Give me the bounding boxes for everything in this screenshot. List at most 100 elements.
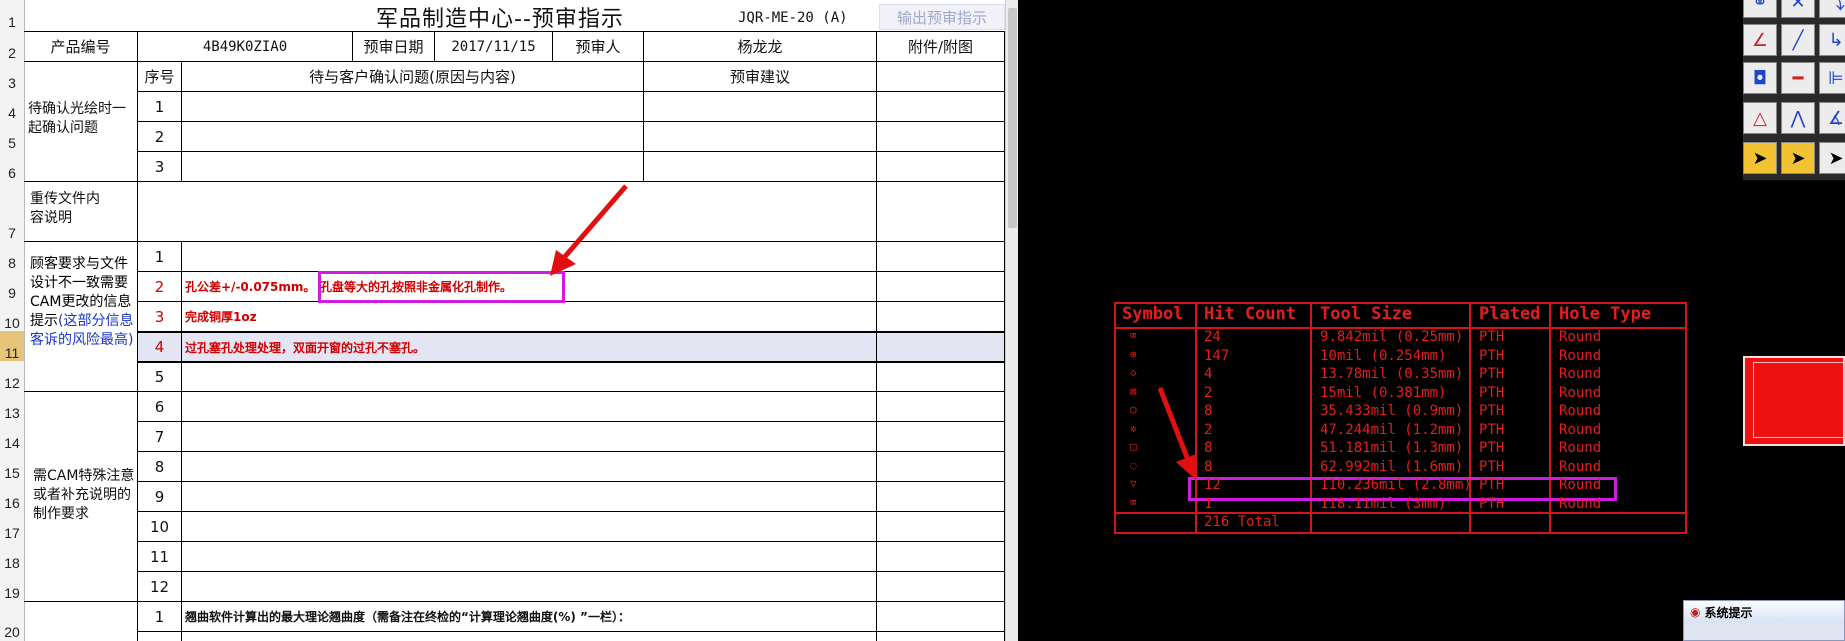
product-no-value[interactable]: 4B49K0ZIA0 <box>138 32 352 61</box>
drill-table-cell-symbol: ◌ <box>1130 458 1137 472</box>
drill-table-cell-size: 9.842mil (0.25mm) <box>1320 329 1464 345</box>
seq-cell: 1 <box>154 97 165 116</box>
row-header[interactable]: 8 <box>0 241 24 271</box>
drill-table-cell-symbol: □ <box>1130 440 1137 453</box>
seq-cell: 2 <box>154 127 165 146</box>
diff-note-tolerance[interactable]: 孔公差+/-0.075mm。 <box>185 272 320 301</box>
route-tool-icon[interactable]: ⚭ <box>1743 0 1777 18</box>
drill-table-cell-type: Round <box>1559 421 1602 438</box>
row-header[interactable]: 13 <box>0 391 24 421</box>
drill-table-cell-type: Round <box>1559 384 1602 401</box>
seq-cell: 6 <box>154 397 165 416</box>
chart-tool-icon[interactable]: ↳ <box>1819 24 1845 56</box>
row-header[interactable]: 15 <box>0 451 24 481</box>
vertical-scrollbar[interactable] <box>1005 0 1018 641</box>
row-header-selected[interactable]: 11 <box>0 331 24 361</box>
issue-column-header: 待与客户确认问题(原因与内容) <box>309 68 516 86</box>
row-header[interactable]: 10 <box>0 301 24 331</box>
reviewer-label: 预审人 <box>575 38 621 56</box>
system-prompt-dialog[interactable]: ◉ 系统提示 <box>1683 600 1845 641</box>
row-header[interactable]: 18 <box>0 541 24 571</box>
drill-table-cell-type: Round <box>1559 329 1602 345</box>
section-resend-label: 重传文件内容说明 <box>30 191 100 226</box>
drill-table-cell-type: Round <box>1559 403 1602 419</box>
drill-table-header: Symbol <box>1122 304 1184 324</box>
select-pointer-alt-icon[interactable]: ➤ <box>1781 142 1815 174</box>
drill-table-cell-count: 2 <box>1204 421 1213 438</box>
drill-table-cell-plated: PTH <box>1479 347 1505 364</box>
select-pointer-icon[interactable]: ➤ <box>1743 142 1777 174</box>
export-review-button[interactable]: 输出预审指示 <box>879 4 1005 30</box>
align-tool-icon[interactable]: ⊫ <box>1819 62 1845 94</box>
drill-table-cell-symbol: ▽ <box>1130 477 1137 490</box>
pen-line-tool-icon[interactable]: ╱ <box>1781 24 1815 56</box>
row-header[interactable]: 14 <box>0 421 24 451</box>
scrollbar-thumb[interactable] <box>1008 8 1017 228</box>
reviewer-value[interactable]: 杨龙龙 <box>644 32 876 61</box>
drill-table-cell-count: 8 <box>1204 458 1213 475</box>
peak-tool-icon[interactable]: ⋀ <box>1781 102 1815 134</box>
drill-table-cell-plated: PTH <box>1479 329 1505 345</box>
section-diff-label: 顾客要求与文件设计不一致需要CAM更改的信息提示(这部分信息客诉的风险最高) <box>30 255 134 375</box>
seq-cell: 3 <box>154 157 165 176</box>
scroll-tool-icon[interactable]: ⤵ <box>1819 0 1845 18</box>
row-header[interactable]: 12 <box>0 361 24 391</box>
drill-table-cell-type: Round <box>1559 495 1602 512</box>
diff-note-via-plug[interactable]: 过孔塞孔处理处理，双面开窗的过孔不塞孔。 <box>185 333 635 361</box>
drill-table-cell-symbol: ⊕ <box>1130 347 1137 361</box>
drill-table-cell-count: 8 <box>1204 440 1213 456</box>
board-preview-outline <box>1753 362 1845 438</box>
seq-cell: 10 <box>149 517 170 536</box>
section-special-label: 需CAM特殊注意或者补充说明的制作要求 <box>33 468 135 522</box>
drill-table-cell-count: 2 <box>1204 384 1213 401</box>
seq-cell: 2 <box>154 277 165 296</box>
row-header[interactable]: 1 <box>0 3 24 31</box>
edit-pointer-icon[interactable]: ➤ <box>1819 142 1845 174</box>
drill-table-cell-count: 12 <box>1204 477 1221 493</box>
angle-line-tool-icon[interactable]: ∠ <box>1743 24 1777 56</box>
row-header[interactable]: 16 <box>0 481 24 511</box>
drill-table-cell-plated: PTH <box>1479 366 1505 382</box>
row-header[interactable]: 6 <box>0 151 24 181</box>
drill-table-cell-size: 47.244mil (1.2mm) <box>1320 421 1464 438</box>
seq-column-header: 序号 <box>144 68 175 86</box>
line-tool-icon[interactable]: ━ <box>1781 62 1815 94</box>
doc-code: JQR-ME-20 (A) <box>738 10 848 26</box>
section-confirm-label: 待确认光绘时一起确认问题 <box>28 101 126 136</box>
seq-cell: 1 <box>154 607 165 626</box>
drill-table-cell-count: 24 <box>1204 329 1221 345</box>
drill-total: 216 Total <box>1204 514 1280 530</box>
diff-note-copper[interactable]: 完成铜厚1oz <box>185 302 485 331</box>
review-date-value[interactable]: 2017/11/15 <box>435 32 552 61</box>
row-header[interactable]: 20 <box>0 601 24 641</box>
annotation-arrow-icon <box>1157 387 1196 480</box>
angle-tool-icon[interactable]: ∡ <box>1819 102 1845 134</box>
row-header[interactable]: 17 <box>0 511 24 541</box>
drill-table-cell-size: 51.181mil (1.3mm) <box>1320 440 1464 456</box>
row-header[interactable]: 7 <box>0 181 24 241</box>
drill-table-cell-plated: PTH <box>1479 477 1505 493</box>
row-header[interactable]: 2 <box>0 31 24 61</box>
row-header[interactable]: 4 <box>0 91 24 121</box>
drill-table-cell-symbol: ○ <box>1130 403 1137 416</box>
seq-cell: 5 <box>154 368 165 386</box>
annotation-highlight-box <box>318 271 565 303</box>
row-header[interactable]: 19 <box>0 571 24 601</box>
triangle-tool-icon[interactable]: △ <box>1743 102 1777 134</box>
drill-table-header: Tool Size <box>1320 304 1413 324</box>
pad-tool-icon[interactable]: ◘ <box>1743 62 1777 94</box>
drill-table-cell-type: Round <box>1559 440 1602 456</box>
warpage-note[interactable]: 翘曲软件计算出的最大理论翘曲度（需备注在终检的“计算理论翘曲度(%) ”一栏）： <box>185 602 875 631</box>
drill-table-cell-count: 147 <box>1204 347 1230 364</box>
cam-viewer[interactable]: 216 Total ⚭ ✕ ⤵ ∠ ╱ ↳ ◘ ━ ⊫ △ ⋀ ∡ ➤ ➤ ➤ … <box>1018 0 1845 641</box>
drill-table-cell-symbol: ⌧ <box>1130 495 1137 509</box>
row-header[interactable]: 9 <box>0 271 24 301</box>
drill-table-cell-plated: PTH <box>1479 458 1505 475</box>
cross-tool-icon[interactable]: ✕ <box>1781 0 1815 18</box>
attachment-label: 附件/附图 <box>907 38 974 56</box>
seq-cell: 12 <box>149 577 170 596</box>
row-header[interactable]: 5 <box>0 121 24 151</box>
row-header[interactable]: 3 <box>0 61 24 91</box>
drill-table-cell-count: 4 <box>1204 366 1213 382</box>
drill-table-cell-size: 13.78mil (0.35mm) <box>1320 366 1464 382</box>
